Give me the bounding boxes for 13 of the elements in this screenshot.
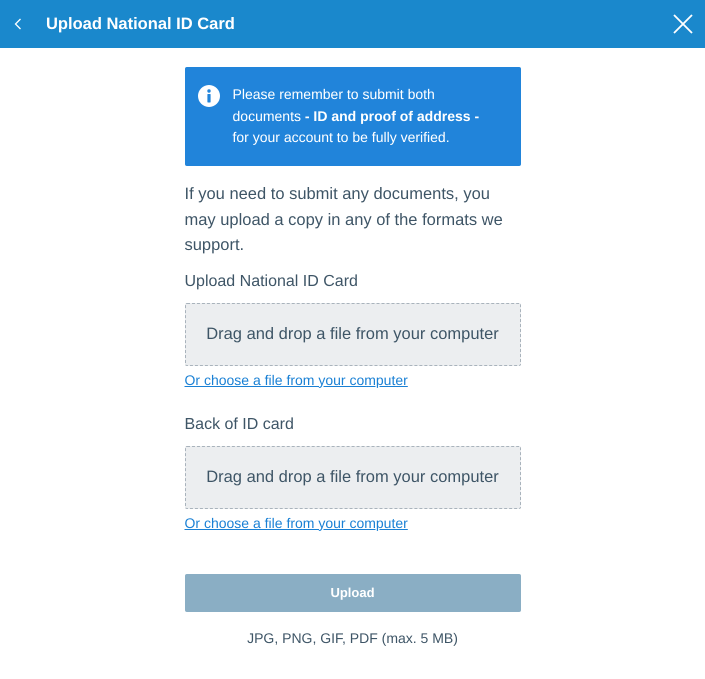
file-drop-zone[interactable]: Drag and drop a file from your computer [184,446,520,508]
info-icon [198,85,220,107]
intro-text: If you need to submit any documents, you may upload a copy in any of the formats we support. [184,184,504,256]
page-title: Upload National ID Card [46,14,236,34]
chevron-left-icon[interactable] [14,18,22,30]
notice-text: Please remember to submit both documents - ID and proof of address - for your account to be fully verified. [232,85,480,147]
formats-note: JPG, PNG, GIF, PDF (max. 5 MB) [246,628,459,646]
choose-file-link[interactable]: Or choose a file from your computer [184,514,408,532]
close-icon[interactable] [673,14,693,34]
file-drop-zone[interactable]: Drag and drop a file from your computer [184,302,520,366]
choose-file-link[interactable]: Or choose a file from your computer [184,370,408,388]
field-label: Upload National ID Card [184,272,359,292]
field-label: Back of ID card [184,414,295,434]
